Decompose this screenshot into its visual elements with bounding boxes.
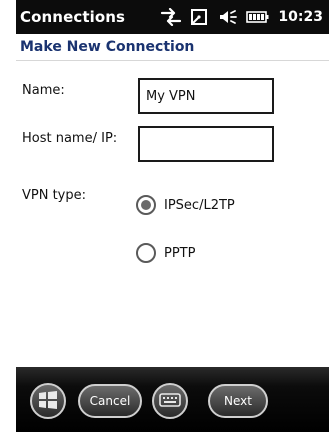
data-transfer-icon[interactable] <box>160 8 182 26</box>
device: Connections 10:23 Make New Connection Na… <box>0 0 329 432</box>
radio-ipsec-l2tp[interactable]: IPSec/L2TP <box>136 195 235 215</box>
volume-icon[interactable] <box>218 8 238 26</box>
keyboard-button[interactable] <box>152 383 188 419</box>
connection-icon[interactable] <box>190 8 210 26</box>
screen: Connections 10:23 Make New Connection Na… <box>16 0 329 432</box>
status-icons: 10:23 <box>160 6 323 28</box>
page-title: Make New Connection <box>20 39 195 55</box>
windows-start-icon <box>37 389 59 414</box>
softkey-bar: Cancel Next <box>16 367 329 432</box>
radio-pptp-label: PPTP <box>164 245 196 261</box>
radio-ipsec-label: IPSec/L2TP <box>164 197 235 213</box>
connection-form: Name: My VPN Host name/ IP: VPN type: IP… <box>16 61 329 367</box>
left-margin <box>0 0 16 432</box>
clock-time[interactable]: 10:23 <box>278 9 323 25</box>
host-label: Host name/ IP: <box>22 131 118 146</box>
radio-selected-dot <box>141 200 151 210</box>
battery-icon[interactable] <box>246 10 270 24</box>
next-button[interactable]: Next <box>208 384 268 418</box>
radio-pptp[interactable]: PPTP <box>136 243 195 263</box>
cancel-button[interactable]: Cancel <box>78 384 142 418</box>
page-header: Make New Connection <box>16 34 329 61</box>
keyboard-icon <box>159 392 181 411</box>
name-label: Name: <box>22 83 65 98</box>
host-input[interactable] <box>138 126 274 162</box>
radio-button-unselected[interactable] <box>136 243 156 263</box>
name-input[interactable]: My VPN <box>138 78 274 114</box>
windows-start-button[interactable] <box>30 383 66 419</box>
status-bar: Connections 10:23 <box>16 0 329 34</box>
status-bar-title[interactable]: Connections <box>20 8 125 26</box>
radio-button-selected[interactable] <box>136 195 156 215</box>
vpn-type-label: VPN type: <box>22 188 87 203</box>
